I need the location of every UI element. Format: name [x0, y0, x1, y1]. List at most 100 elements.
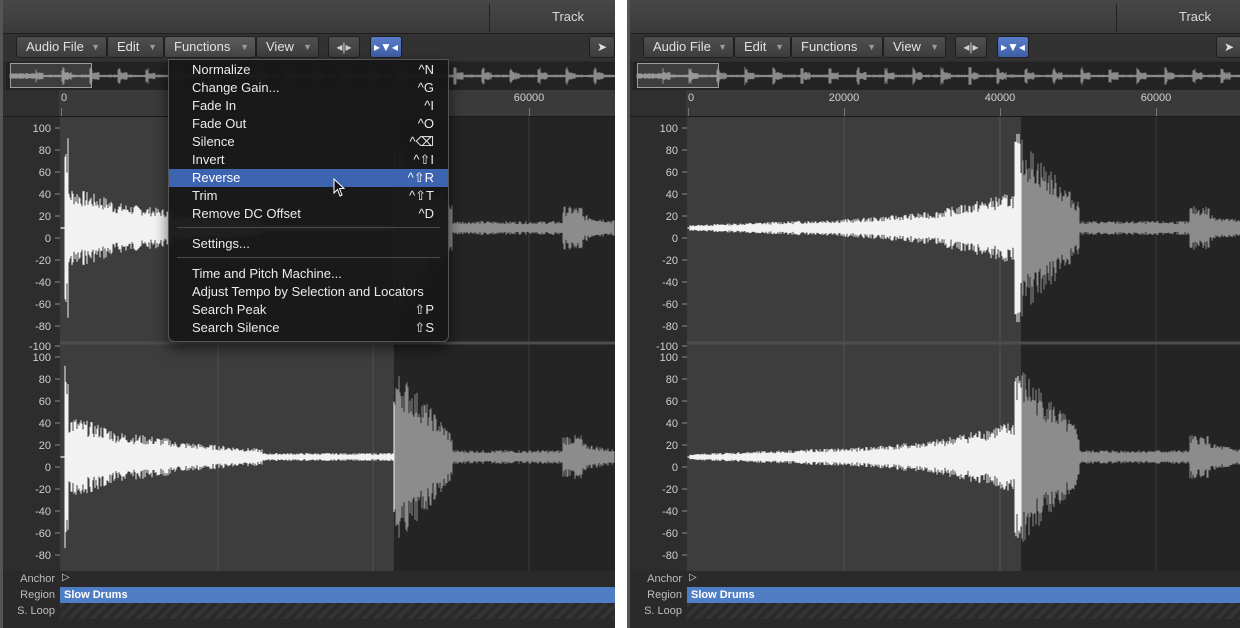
amplitude-label: -20: [662, 255, 678, 267]
anchor-marker-icon[interactable]: ▷: [62, 572, 70, 584]
amplitude-label: -40: [35, 277, 51, 289]
chevron-down-icon: ▼: [91, 42, 100, 52]
pointer-tool-button[interactable]: ➤: [1216, 36, 1240, 58]
menu-item-silence[interactable]: Silence ^⌫: [169, 133, 448, 151]
edit-menu[interactable]: Edit ▼: [734, 36, 791, 58]
menu-item-label: Silence: [192, 134, 235, 149]
title-bar: Track: [630, 0, 1240, 34]
menu-item-invert[interactable]: Invert ^⇧I: [169, 151, 448, 169]
amplitude-label: 0: [45, 233, 51, 245]
ruler-label: 60000: [513, 92, 545, 104]
sample-loop-lane[interactable]: [60, 603, 615, 619]
time-ruler[interactable]: 0 20000 40000 60000: [630, 90, 1240, 117]
overview-visible-range[interactable]: [637, 63, 719, 88]
menu-item-shortcut: ^O: [417, 116, 434, 131]
ruler-label: 0: [687, 92, 695, 104]
menu-item-label: Change Gain...: [192, 80, 280, 95]
flex-view-button[interactable]: ▸▼◂: [370, 36, 402, 58]
amplitude-label: -40: [35, 506, 51, 518]
track-tab[interactable]: Track: [1150, 9, 1240, 24]
sample-loop-label: S. Loop: [17, 605, 55, 617]
amplitude-label: 100: [660, 123, 678, 135]
functions-menu[interactable]: Functions ▼: [164, 36, 256, 58]
menu-item-label: Search Peak: [192, 302, 267, 317]
amplitude-label: 40: [666, 418, 678, 430]
functions-dropdown: Normalize ^N Change Gain... ^G Fade In ^I Fade…: [168, 59, 449, 342]
menu-item-shortcut: ^⌫: [409, 134, 434, 149]
amplitude-label: 100: [33, 123, 51, 135]
region-name: Slow Drums: [691, 589, 755, 601]
amplitude-label: 60: [666, 167, 678, 179]
region-row: Region Slow Drums: [630, 587, 1240, 603]
catch-playhead-button[interactable]: ◂|▸: [955, 36, 987, 58]
anchor-lane[interactable]: ▷: [60, 571, 615, 587]
amplitude-label: -40: [662, 277, 678, 289]
edit-label: Edit: [744, 39, 767, 54]
functions-menu[interactable]: Functions ▼: [791, 36, 883, 58]
menu-item-shortcut: ⇧P: [414, 302, 434, 317]
region-bar[interactable]: Slow Drums: [60, 587, 615, 603]
sample-loop-row: S. Loop: [3, 603, 615, 619]
anchor-lane[interactable]: ▷: [687, 571, 1240, 587]
edit-menu[interactable]: Edit ▼: [107, 36, 164, 58]
amplitude-label: 0: [45, 462, 51, 474]
menu-item-label: Search Silence: [192, 320, 280, 335]
sample-loop-row: S. Loop: [630, 603, 1240, 619]
menu-item-shortcut: ^⇧I: [413, 152, 434, 167]
menu-item-adjust-tempo-by-selection-and-locators[interactable]: Adjust Tempo by Selection and Locators: [169, 283, 448, 301]
track-tab[interactable]: Track: [523, 9, 613, 24]
menu-item-search-silence[interactable]: Search Silence ⇧S: [169, 319, 448, 337]
pointer-tool-button[interactable]: ➤: [589, 36, 615, 58]
menu-item-shortcut: ^G: [417, 80, 434, 95]
view-menu[interactable]: View ▼: [256, 36, 319, 58]
amplitude-label: -80: [35, 321, 51, 333]
audio-file-menu[interactable]: Audio File ▼: [16, 36, 107, 58]
menu-item-shortcut: ^⇧T: [409, 188, 434, 203]
amplitude-label: 80: [39, 145, 51, 157]
menu-item-search-peak[interactable]: Search Peak ⇧P: [169, 301, 448, 319]
menu-item-change-gain[interactable]: Change Gain... ^G: [169, 79, 448, 97]
menu-item-fade-out[interactable]: Fade Out ^O: [169, 115, 448, 133]
chevron-down-icon: ▼: [303, 42, 312, 52]
catch-playhead-icon: ◂|▸: [336, 40, 352, 54]
amplitude-label: 80: [39, 374, 51, 386]
menu-separator: [177, 257, 440, 258]
functions-label: Functions: [174, 39, 231, 54]
menu-item-remove-dc-offset[interactable]: Remove DC Offset ^D: [169, 205, 448, 223]
amplitude-label: 60: [39, 396, 51, 408]
audio-file-label: Audio File: [653, 39, 711, 54]
sample-loop-lane[interactable]: [687, 603, 1240, 619]
ruler-gutter: [3, 90, 59, 116]
menu-item-label: Fade Out: [192, 116, 247, 131]
flex-view-button[interactable]: ▸▼◂: [997, 36, 1029, 58]
waveform-canvas: 100806040200-20-40-60-80-100100806040200…: [630, 117, 1240, 571]
ruler-tick: [61, 108, 62, 116]
menu-item-reverse[interactable]: Reverse ^⇧R: [169, 169, 448, 187]
chevron-down-icon: ▼: [867, 42, 876, 52]
amplitude-label: -60: [35, 299, 51, 311]
amplitude-label: 80: [666, 145, 678, 157]
overview-visible-range[interactable]: [10, 63, 92, 88]
view-menu[interactable]: View ▼: [883, 36, 946, 58]
toolbar: Audio File ▼ Edit ▼ Functions ▼ View ▼ ◂…: [630, 34, 1240, 61]
menu-item-shortcut: ⇧S: [414, 320, 434, 335]
ruler-label: 0: [60, 92, 68, 104]
catch-playhead-button[interactable]: ◂|▸: [328, 36, 360, 58]
menu-item-fade-in[interactable]: Fade In ^I: [169, 97, 448, 115]
menu-item-trim[interactable]: Trim ^⇧T: [169, 187, 448, 205]
waveform-display[interactable]: 100 80 60 40 20 0 -20 -40 -60 -80 -100 100 80 60 40 20 0…: [630, 117, 1240, 571]
menu-item-label: Time and Pitch Machine...: [192, 266, 342, 281]
anchor-marker-icon[interactable]: ▷: [689, 572, 697, 584]
menu-item-normalize[interactable]: Normalize ^N: [169, 61, 448, 79]
menu-item-time-and-pitch-machine[interactable]: Time and Pitch Machine...: [169, 265, 448, 283]
region-bar[interactable]: Slow Drums: [687, 587, 1240, 603]
menu-item-settings[interactable]: Settings...: [169, 235, 448, 253]
waveform-overview[interactable]: [633, 62, 1240, 90]
menu-item-label: Normalize: [192, 62, 251, 77]
region-info: Anchor ▷ Region Slow Drums S. Loop: [3, 571, 615, 628]
audio-file-menu[interactable]: Audio File ▼: [643, 36, 734, 58]
mouse-pointer-icon: [333, 178, 346, 197]
title-divider: [1116, 4, 1117, 32]
catch-playhead-icon: ◂|▸: [963, 40, 979, 54]
menu-item-label: Settings...: [192, 236, 250, 251]
